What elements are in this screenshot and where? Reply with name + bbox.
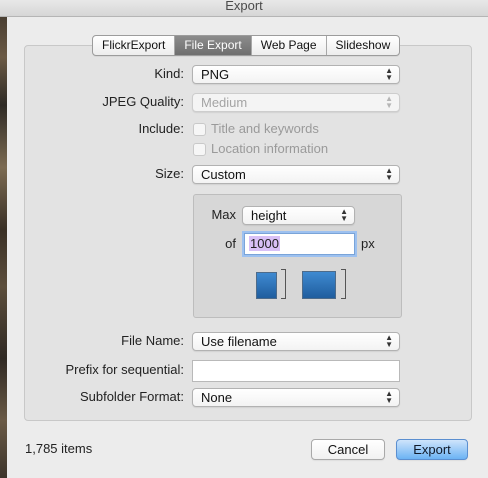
tab-slideshow[interactable]: Slideshow: [327, 36, 400, 55]
popup-arrows-icon: ▲ ▼: [385, 66, 393, 82]
jpeg-quality-label: JPEG Quality:: [102, 94, 184, 109]
tab-bar: FlickrExport File Export Web Page Slides…: [92, 35, 401, 56]
subfolder-value: None: [201, 390, 233, 405]
dimension-popup[interactable]: height ▲ ▼: [242, 206, 355, 225]
landscape-bracket-icon: [341, 269, 346, 299]
title-keywords-checkbox[interactable]: [193, 123, 206, 136]
landscape-orientation-icon[interactable]: [302, 271, 336, 299]
include-label: Include:: [138, 121, 184, 136]
size-popup[interactable]: Custom ▲ ▼: [192, 165, 400, 184]
title-keywords-label: Title and keywords: [211, 121, 319, 136]
size-value-text: 1000: [249, 236, 280, 251]
file-name-popup[interactable]: Use filename ▲ ▼: [192, 332, 400, 351]
title-bar: Export: [0, 0, 488, 17]
tab-file-export[interactable]: File Export: [175, 36, 252, 55]
px-unit-label: px: [361, 236, 375, 251]
export-button[interactable]: Export: [396, 439, 468, 460]
window-title: Export: [225, 0, 263, 13]
size-value-field[interactable]: 1000: [244, 233, 355, 255]
file-name-value: Use filename: [201, 334, 277, 349]
cancel-button[interactable]: Cancel: [311, 439, 385, 460]
portrait-bracket-icon: [281, 269, 286, 299]
popup-arrows-icon: ▲ ▼: [385, 166, 393, 182]
kind-value: PNG: [201, 67, 230, 82]
location-info-label: Location information: [211, 141, 329, 156]
jpeg-quality-popup[interactable]: Medium ▲ ▼: [192, 93, 400, 112]
portrait-orientation-icon[interactable]: [256, 272, 277, 299]
popup-arrows-icon: ▲ ▼: [340, 207, 348, 223]
jpeg-quality-value: Medium: [201, 95, 248, 110]
tab-web-page[interactable]: Web Page: [252, 36, 327, 55]
prefix-label: Prefix for sequential:: [65, 362, 184, 377]
popup-arrows-icon: ▲ ▼: [385, 389, 393, 405]
size-label: Size:: [155, 166, 184, 181]
background-photo-strip: [0, 0, 7, 478]
location-info-checkbox[interactable]: [193, 143, 206, 156]
kind-popup[interactable]: PNG ▲ ▼: [192, 65, 400, 84]
item-count: 1,785 items: [25, 441, 93, 456]
size-value: Custom: [201, 167, 246, 182]
subfolder-label: Subfolder Format:: [79, 389, 184, 404]
tab-flickrexport[interactable]: FlickrExport: [93, 36, 176, 55]
of-label: of: [225, 236, 236, 251]
kind-label: Kind:: [154, 66, 184, 81]
subfolder-popup[interactable]: None ▲ ▼: [192, 388, 400, 407]
prefix-field[interactable]: [192, 360, 400, 382]
dimension-value: height: [251, 208, 287, 223]
max-label: Max: [211, 207, 236, 222]
popup-arrows-icon: ▲ ▼: [385, 94, 393, 110]
popup-arrows-icon: ▲ ▼: [385, 333, 393, 349]
file-name-label: File Name:: [121, 333, 184, 348]
